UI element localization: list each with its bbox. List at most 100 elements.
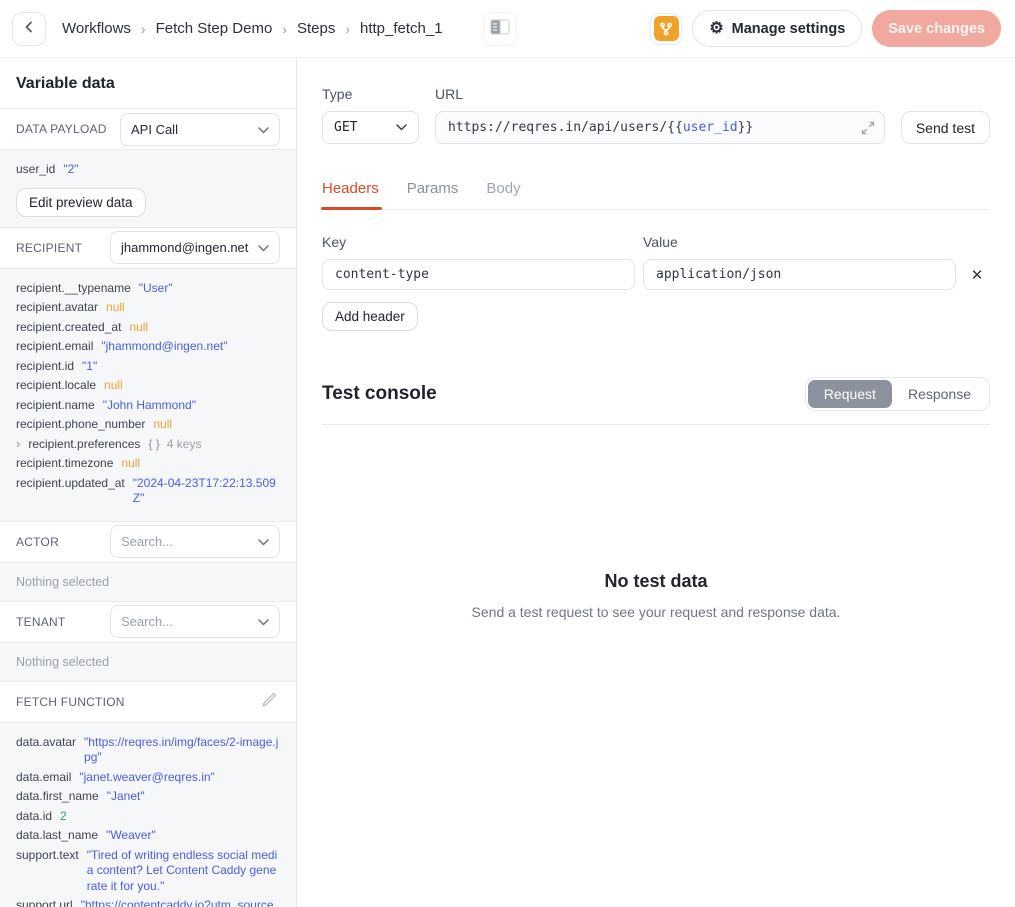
variable-key: recipient.created_at [16,320,121,336]
variable-value: "1" [82,359,280,375]
breadcrumb-separator: › [282,21,287,37]
variable-value: null [106,300,280,316]
edit-fetch-function-button[interactable] [258,689,280,714]
variable-value: "https://contentcaddy.io?utm_source=reqr… [81,898,280,907]
tab-params[interactable]: Params [407,180,459,209]
variable-key: recipient.phone_number [16,417,145,433]
variable-key: data.avatar [16,735,76,751]
chevron-down-icon [258,614,269,629]
method-select[interactable]: GET [322,111,419,144]
tenant-empty-state: Nothing selected [0,643,296,682]
panel-layout-icon [490,19,510,38]
sidebar-title: Variable data [0,58,296,109]
expand-url-button[interactable] [861,121,875,138]
tab-body[interactable]: Body [486,180,520,209]
variable-key: support.text [16,848,79,864]
variable-value: "Janet" [107,789,280,805]
version-badge[interactable] [650,13,682,45]
variable-value: "User" [139,281,280,297]
variable-row: recipient.created_at null [16,320,280,336]
chevron-down-icon [396,120,407,135]
variable-key: data.last_name [16,828,98,844]
variable-key: data.email [16,770,71,786]
variable-value: "janet.weaver@reqres.in" [79,770,280,786]
breadcrumb-step-name[interactable]: http_fetch_1 [360,20,443,37]
chevron-down-icon [258,122,269,137]
variable-row: recipient.avatar null [16,300,280,316]
variable-row: data.avatar "https://reqres.in/img/faces… [16,735,280,766]
variable-value: { }4 keys [148,437,280,453]
add-header-button[interactable]: Add header [322,302,418,331]
tenant-label: TENANT [16,615,65,629]
chevron-left-icon [22,20,36,37]
toggle-request-button[interactable]: Request [808,380,892,408]
header-key-input[interactable]: content-type [322,259,635,290]
variable-key: recipient.__typename [16,281,131,297]
variable-value: "Weaver" [106,828,280,844]
top-bar: Workflows › Fetch Step Demo › Steps › ht… [0,0,1015,58]
breadcrumb-steps[interactable]: Steps [297,20,335,37]
recipient-variables: recipient.__typename "User" recipient.av… [0,269,296,522]
variable-value: null [153,417,280,433]
variable-row: recipient.id "1" [16,359,280,375]
variable-row: recipient.updated_at "2024-04-23T17:22:1… [16,476,280,507]
data-payload-row: DATA PAYLOAD API Call [0,109,296,150]
gear-icon: ⚙ [709,21,723,37]
send-test-button[interactable]: Send test [901,111,990,144]
chevron-down-icon [258,534,269,549]
fetch-function-label: FETCH FUNCTION [16,695,125,709]
tenant-search-select[interactable]: Search... [110,605,280,638]
variable-key: support.url [16,898,73,907]
key-label: Key [322,234,635,250]
actor-label: ACTOR [16,535,59,549]
variable-row: data.last_name "Weaver" [16,828,280,844]
breadcrumb-workflows[interactable]: Workflows [62,20,131,37]
pencil-icon [260,691,278,712]
save-changes-button[interactable]: Save changes [872,10,1001,47]
variable-key: user_id [16,162,55,178]
header-value-input[interactable]: application/json [643,259,956,290]
data-payload-select[interactable]: API Call [120,113,280,146]
variable-data-sidebar: Variable data DATA PAYLOAD API Call user… [0,58,297,907]
variable-row: recipient.phone_number null [16,417,280,433]
manage-settings-button[interactable]: ⚙ Manage settings [692,10,862,47]
variable-row: recipient.name "John Hammond" [16,398,280,414]
variable-value: "jhammond@ingen.net" [101,339,280,355]
url-input[interactable]: https://reqres.in/api/users/{{user_id}} [435,111,885,144]
variable-key: recipient.avatar [16,300,98,316]
value-label: Value [643,234,956,250]
variable-value: "2" [63,162,280,178]
toggle-sidebar-button[interactable] [483,12,517,46]
recipient-select[interactable]: jhammond@ingen.net [110,231,280,264]
fetch-function-row: FETCH FUNCTION [0,682,296,723]
toggle-response-button[interactable]: Response [892,380,987,408]
back-button[interactable] [12,12,46,46]
actor-empty-state: Nothing selected [0,563,296,602]
remove-header-button[interactable]: ✕ [964,259,990,290]
variable-row: support.text "Tired of writing endless s… [16,848,280,895]
expand-chevron-icon[interactable]: › [16,437,20,451]
variable-value: 2 [60,809,280,825]
variable-row: data.first_name "Janet" [16,789,280,805]
variable-row: data.id 2 [16,809,280,825]
variable-key: recipient.email [16,339,93,355]
variable-value: null [129,320,280,336]
url-label: URL [435,86,885,102]
tab-headers[interactable]: Headers [322,180,379,209]
fetch-function-variables: data.avatar "https://reqres.in/img/faces… [0,723,296,907]
breadcrumb-workflow-name[interactable]: Fetch Step Demo [156,20,273,37]
edit-preview-data-button[interactable]: Edit preview data [16,188,146,217]
actor-search-select[interactable]: Search... [110,525,280,558]
variable-row-expandable: › recipient.preferences { }4 keys [16,437,280,453]
variable-key: recipient.locale [16,378,96,394]
test-console-title: Test console [322,383,437,405]
variable-key: recipient.updated_at [16,476,125,492]
manage-settings-label: Manage settings [732,21,846,37]
variable-key: data.first_name [16,789,99,805]
variable-row: data.email "janet.weaver@reqres.in" [16,770,280,786]
no-test-data-empty-state: No test data Send a test request to see … [322,571,990,620]
variable-value: null [104,378,280,394]
variable-key: data.id [16,809,52,825]
object-key-count: 4 keys [167,437,202,451]
variable-key: recipient.timezone [16,456,113,472]
